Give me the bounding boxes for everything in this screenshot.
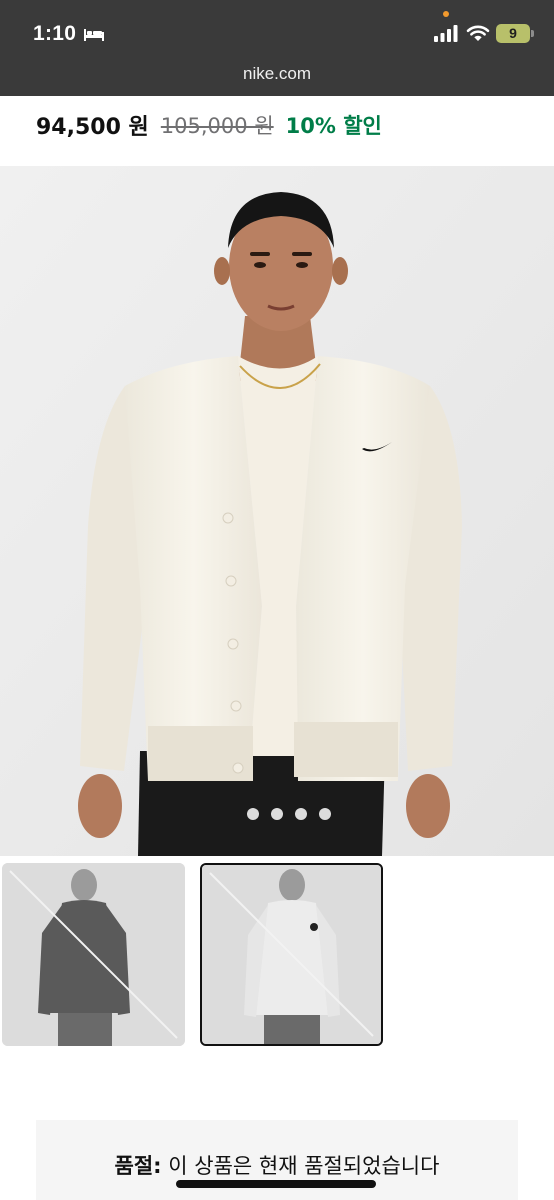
home-indicator[interactable] (176, 1180, 376, 1188)
white-cardigan-thumbnail-image (202, 865, 381, 1044)
cellular-signal-icon (434, 25, 458, 42)
address-bar-url[interactable]: nike.com (0, 64, 554, 84)
sold-out-message: 이 상품은 현재 품절되었습니다 (168, 1154, 440, 1178)
model-white-cardigan-illustration (0, 166, 554, 856)
carousel-pagination[interactable] (12, 808, 554, 820)
current-price: 94,500 원 (36, 115, 149, 140)
colorway-thumbnail-white[interactable] (200, 863, 383, 1046)
wifi-icon (466, 25, 490, 41)
original-price: 105,000 원 (160, 114, 274, 138)
price-row: 94,500 원 105,000 원 10% 할인 (36, 110, 382, 140)
discount-badge: 10% 할인 (285, 114, 382, 138)
battery-icon: 9 (496, 24, 530, 43)
carousel-dot-2[interactable] (271, 808, 283, 820)
browser-chrome: 1:10 9 nike.com (0, 0, 554, 96)
sold-out-banner: 품절: 이 상품은 현재 품절되었습니다 (36, 1120, 518, 1200)
product-hero-image[interactable] (0, 166, 554, 856)
black-cardigan-thumbnail-image (2, 863, 185, 1046)
carousel-dot-1[interactable] (247, 808, 259, 820)
status-time: 1:10 (33, 22, 77, 45)
sold-out-message-row: 품절: 이 상품은 현재 품절되었습니다 (36, 1150, 518, 1180)
battery-tip (531, 30, 534, 37)
sold-out-label: 품절: (114, 1154, 162, 1178)
battery-level: 9 (509, 25, 517, 41)
carousel-dot-4[interactable] (319, 808, 331, 820)
sleep-focus-icon (84, 29, 104, 41)
colorway-thumbnail-black[interactable] (2, 863, 185, 1046)
carousel-dot-3[interactable] (295, 808, 307, 820)
privacy-indicator-dot (443, 11, 449, 17)
